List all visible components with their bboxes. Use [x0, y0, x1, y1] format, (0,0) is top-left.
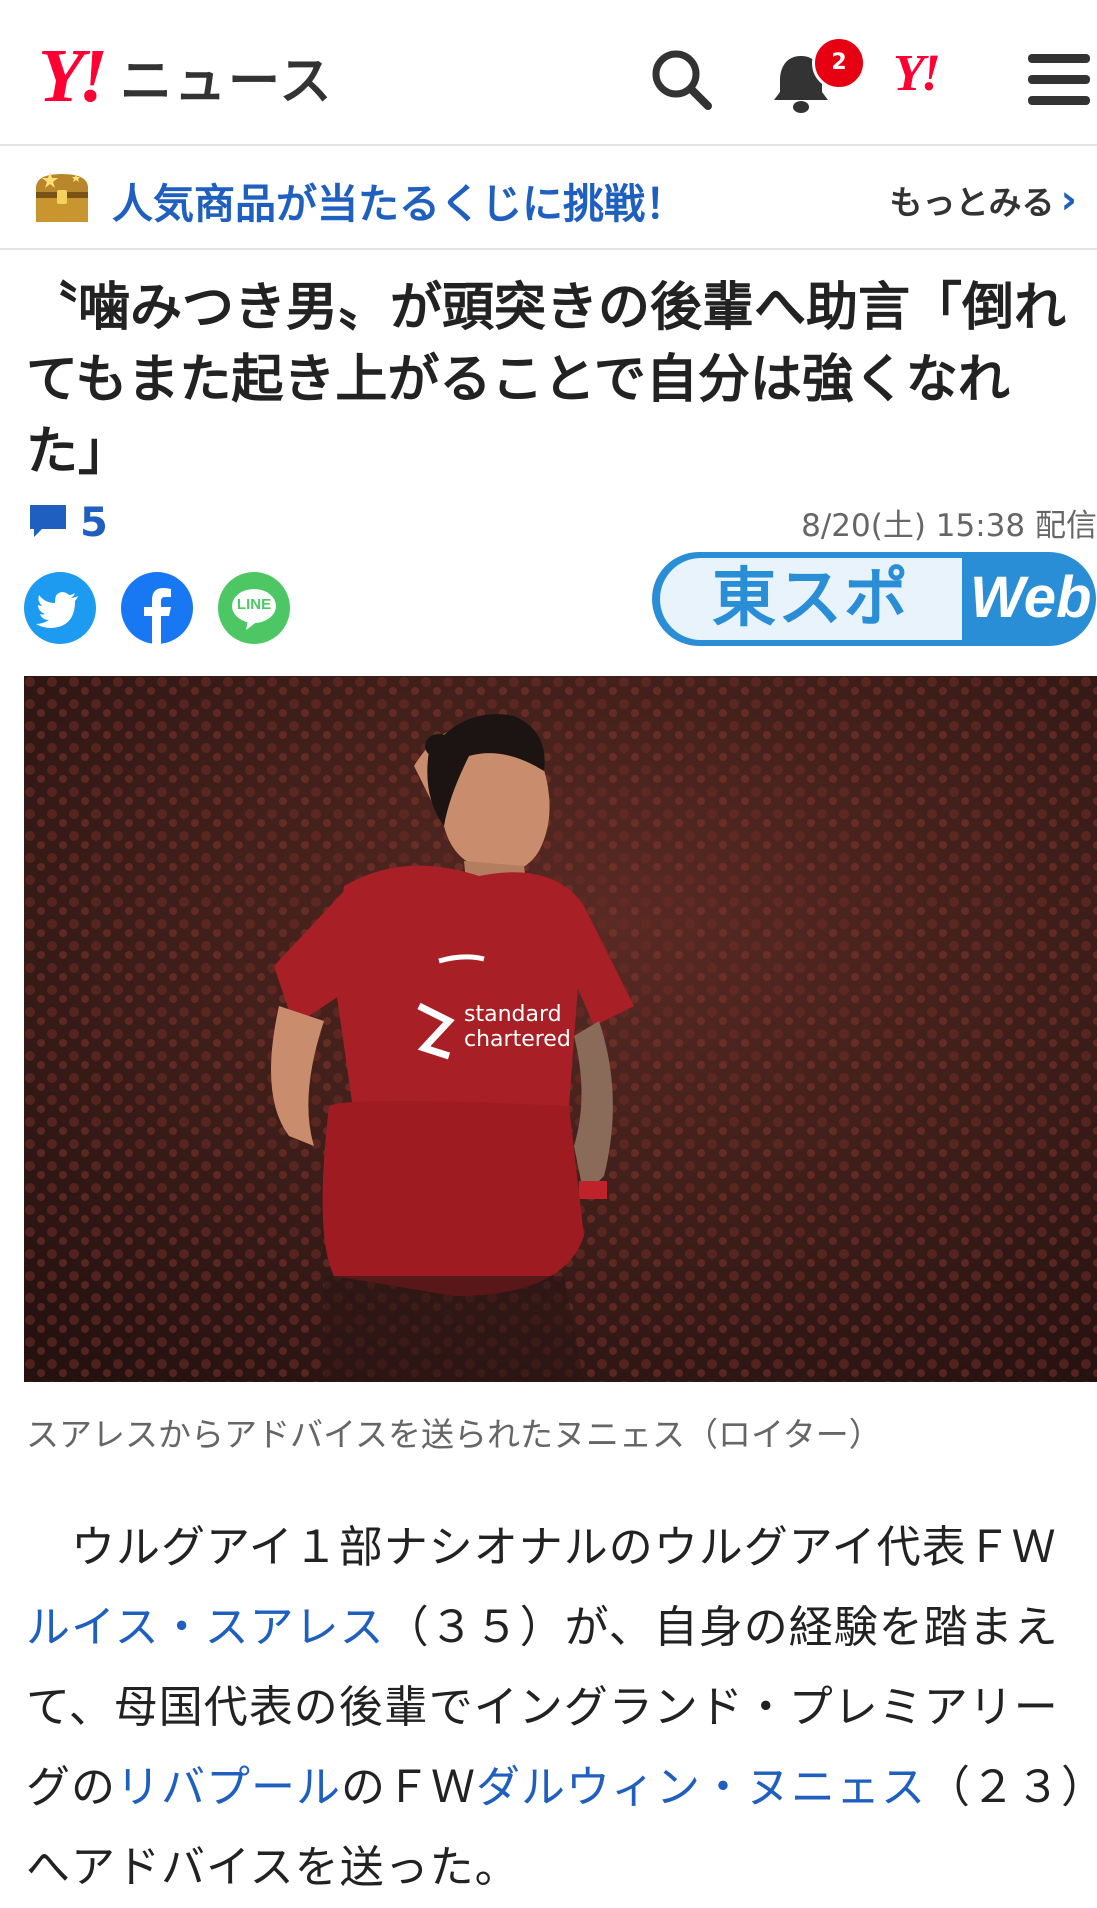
article-title: 〝噛みつき男〟が頭突きの後輩へ助言「倒れてもまた起き上がることで自分は強くなれた…: [26, 278, 1067, 482]
facebook-share-button[interactable]: [121, 572, 193, 644]
link-liverpool[interactable]: リバプール: [116, 1762, 341, 1813]
more-link[interactable]: もっとみる ›: [890, 176, 1077, 224]
facebook-icon: [144, 588, 171, 644]
publish-date: 8/20(土) 15:38 配信: [801, 508, 1097, 544]
chevron-right-icon: ›: [1060, 177, 1077, 223]
yahoo-logo-mark: Y!: [38, 34, 108, 118]
publisher-web-label: Web: [970, 565, 1092, 630]
svg-text:chartered: chartered: [464, 1027, 571, 1052]
publisher-name: 東スポ: [660, 558, 962, 640]
body-text-1: ウルグアイ１部ナシオナルのウルグアイ代表ＦＷ: [26, 1522, 1057, 1573]
comment-count: 5: [80, 500, 108, 546]
article-body: ウルグアイ１部ナシオナルのウルグアイ代表ＦＷルイス・スアレス（３５）が、自身の経…: [26, 1508, 1086, 1908]
comment-count-link[interactable]: 5: [28, 500, 108, 546]
promo-text: 人気商品が当たるくじに挑戦！: [112, 180, 686, 228]
publisher-logo[interactable]: 東スポ Web: [652, 552, 1096, 646]
svg-text:standard: standard: [464, 1002, 562, 1027]
search-icon[interactable]: [650, 48, 714, 116]
link-luis-suarez[interactable]: ルイス・スアレス: [26, 1602, 385, 1653]
photo-caption: スアレスからアドバイスを送られたヌニェス（ロイター）: [26, 1415, 882, 1454]
more-link-label: もっとみる: [889, 183, 1055, 222]
link-darwin-nunez[interactable]: ダルウィン・ヌニェス: [476, 1762, 926, 1813]
line-share-button[interactable]: LINE: [218, 572, 290, 644]
comment-icon: [28, 502, 68, 544]
news-brand-label: ニュース: [120, 51, 334, 112]
app-header: Y! ニュース 2 Y!: [0, 0, 1097, 146]
body-text-3: のＦＷ: [341, 1762, 476, 1813]
article-photo[interactable]: standard chartered: [24, 676, 1097, 1382]
menu-icon[interactable]: [1028, 52, 1090, 112]
football-player-image: standard chartered: [24, 676, 1097, 1382]
notification-badge: 2: [812, 36, 866, 90]
twitter-share-button[interactable]: [24, 572, 96, 644]
yahoo-top-link-icon[interactable]: Y!: [893, 48, 941, 100]
yahoo-news-logo[interactable]: Y! ニュース: [38, 38, 333, 114]
promo-banner[interactable]: 人気商品が当たるくじに挑戦！ もっとみる ›: [0, 146, 1097, 250]
twitter-icon: [36, 592, 78, 628]
line-icon-label: LINE: [236, 596, 272, 613]
treasure-chest-icon: [32, 170, 92, 230]
